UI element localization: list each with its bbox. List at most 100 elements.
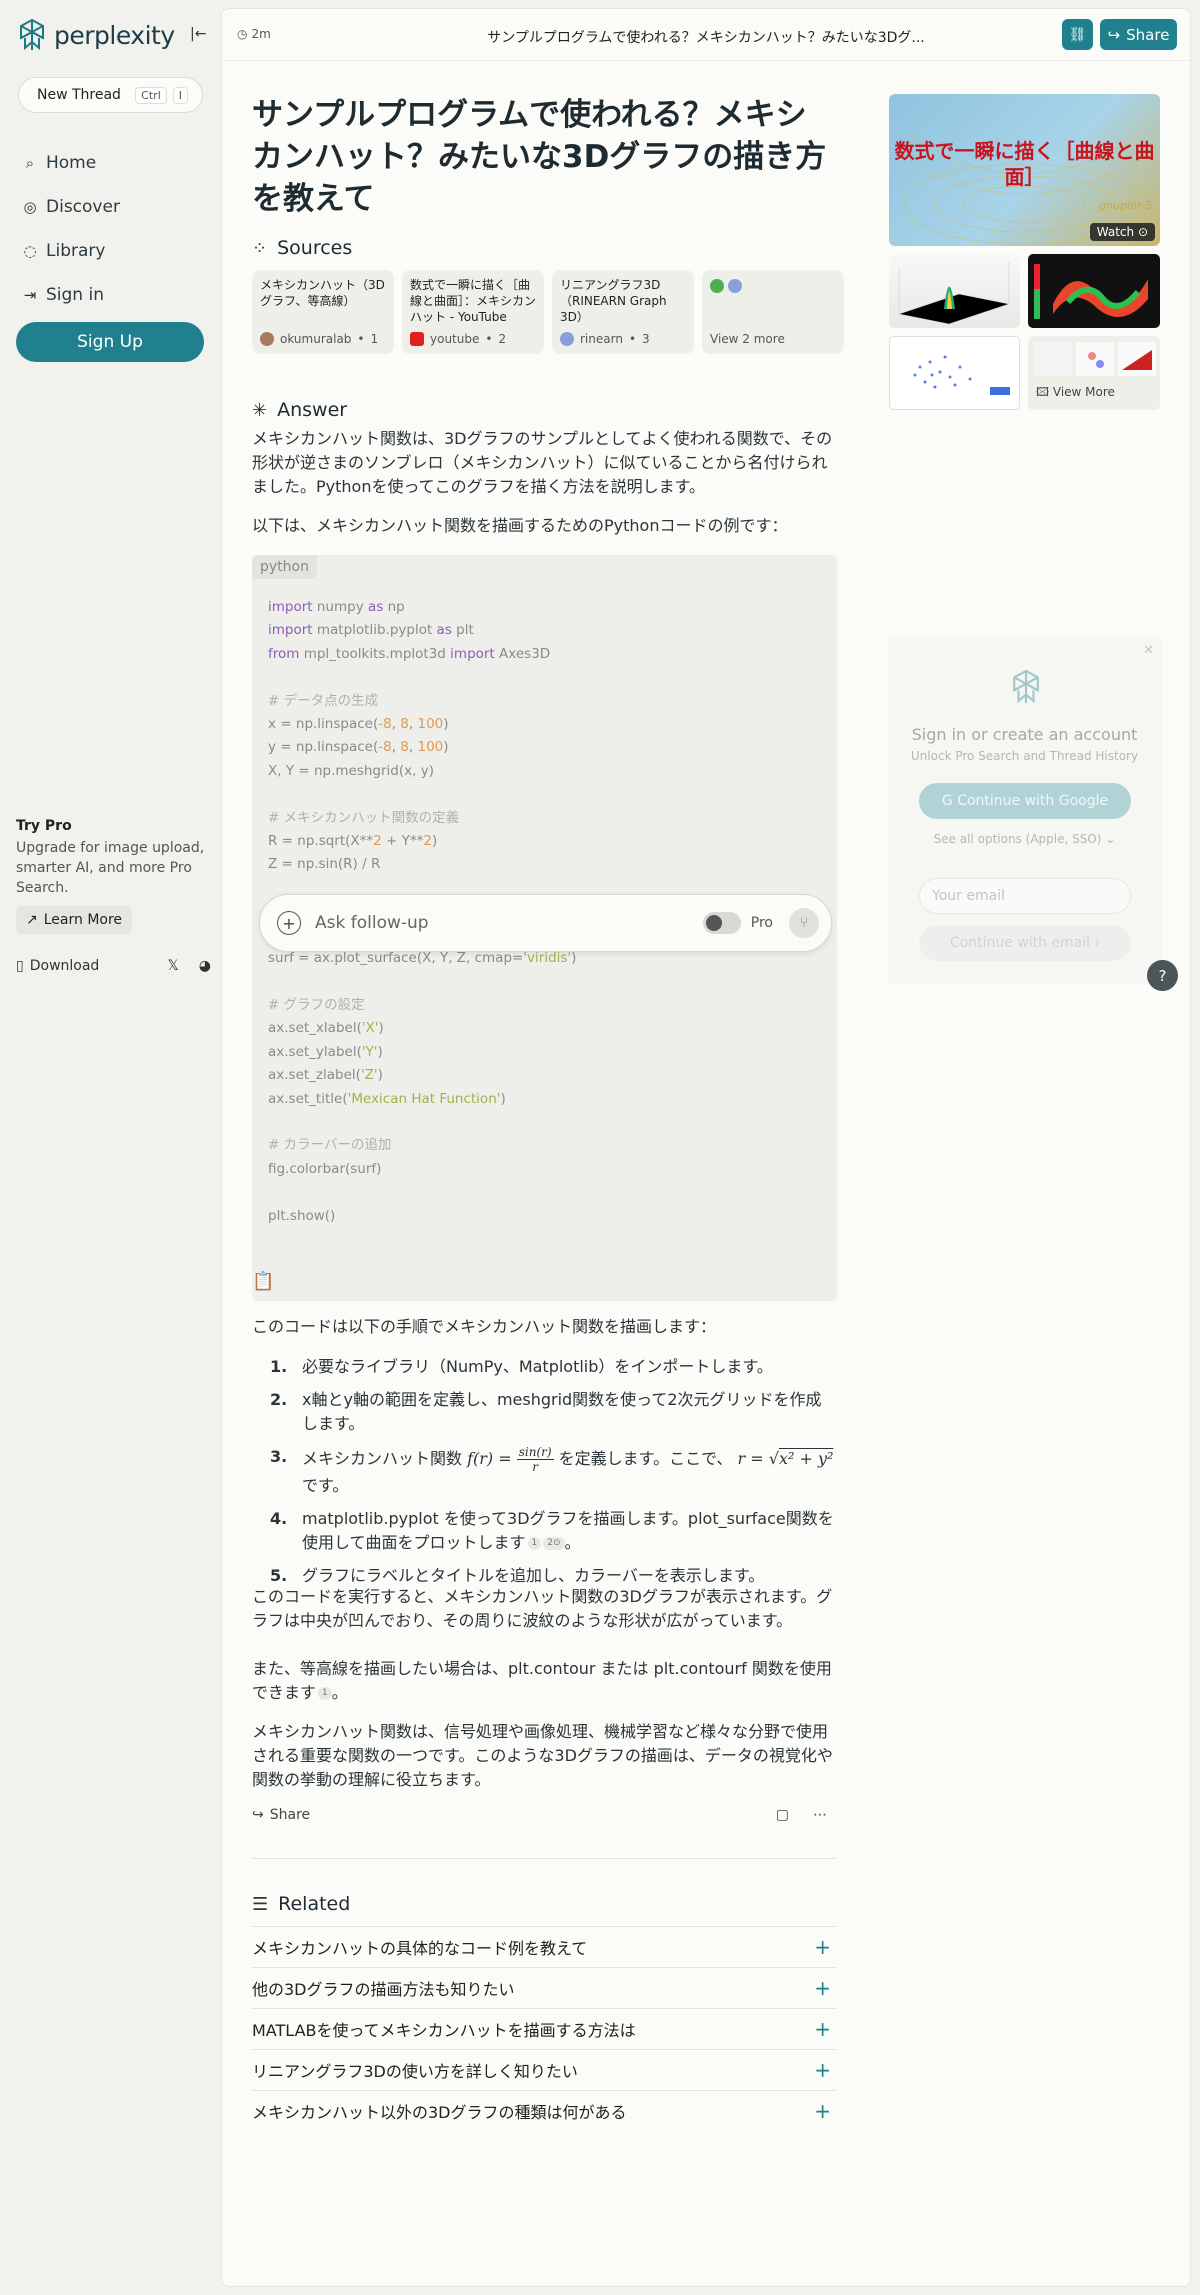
source-meta: youtube • 2: [410, 332, 506, 346]
copy-icon[interactable]: ▢: [776, 1807, 789, 1823]
source-number: 2: [498, 332, 507, 346]
separator-dot: •: [357, 332, 365, 346]
step-text: 必要なライブラリ（NumPy、Matplotlib）をインポートします。: [302, 1357, 773, 1376]
discord-icon[interactable]: ◕: [199, 958, 211, 974]
see-all-options-link[interactable]: See all options (Apple, SSO) ⌄: [887, 832, 1162, 846]
list-item: 4. matplotlib.pyplot を使って3Dグラフを描画します。plo…: [252, 1507, 837, 1555]
continue-google-label: Continue with Google: [957, 793, 1109, 809]
related-item[interactable]: メキシカンハットの具体的なコード例を教えて +: [252, 1926, 837, 1967]
source-card[interactable]: メキシカンハット（3Dグラフ、等高線） okumuralab • 1: [252, 270, 394, 354]
image-thumbnail[interactable]: [889, 336, 1020, 410]
related-item[interactable]: リニアングラフ3Dの使い方を詳しく知りたい +: [252, 2049, 837, 2090]
sidebar-item-label: Home: [46, 153, 97, 173]
related-item[interactable]: 他の3Dグラフの描画方法も知りたい +: [252, 1967, 837, 2008]
view-more-sources-card[interactable]: View 2 more: [702, 270, 844, 354]
share-button[interactable]: ↪ Share: [1100, 19, 1177, 50]
rinearn-favicon-icon: [560, 332, 574, 346]
image-thumbnail[interactable]: [1028, 254, 1160, 328]
code-language: python: [252, 555, 317, 579]
source-meta: rinearn • 3: [560, 332, 650, 346]
list-item: 3. メキシカンハット関数 f(r) = sin(r) r を定義します。ここで、…: [252, 1445, 837, 1498]
globe-icon: ◎: [23, 198, 37, 216]
learn-more-button[interactable]: ↗ Learn More: [16, 906, 133, 934]
source-site: rinearn: [580, 332, 623, 346]
math-radicand: x² + y²: [778, 1449, 834, 1468]
math-numerator: sin(r): [516, 1445, 554, 1460]
code-intro: 以下は、メキシカンハット関数を描画するためのPythonコードの例です：: [252, 516, 788, 535]
logo[interactable]: perplexity: [18, 18, 175, 52]
arrow-up-right-icon: ↗: [26, 912, 38, 928]
image-icon: 🖾: [1036, 385, 1050, 399]
home-icon: ⌕: [25, 154, 35, 172]
divider: [252, 1858, 837, 1859]
watch-label: Watch: [1096, 225, 1135, 239]
source-title: 数式で一瞬に描く［曲線と曲面］：メキシカンハット - YouTube: [410, 278, 536, 324]
source-card[interactable]: 数式で一瞬に描く［曲線と曲面］：メキシカンハット - YouTube youtu…: [402, 270, 544, 354]
video-thumbnail[interactable]: 数式で一瞬に描く［曲線と曲面］ gnuplot-5 Watch ⊙: [889, 94, 1160, 246]
math-function: f(r) = sin(r) r: [467, 1445, 559, 1474]
device-icon: ▯: [16, 958, 24, 974]
share-icon: ↪: [1107, 25, 1121, 44]
new-thread-label: New Thread: [37, 87, 121, 103]
follow-up-bar[interactable]: + Ask follow-up Pro ⑂: [259, 894, 832, 952]
steps-intro: このコードは以下の手順でメキシカンハット関数を描画します：: [252, 1317, 717, 1336]
email-field[interactable]: Your email: [919, 878, 1131, 914]
source-card[interactable]: リニアングラフ3D（RINEARN Graph 3D） rinearn • 3: [552, 270, 694, 354]
close-icon[interactable]: ✕: [1143, 643, 1154, 658]
plus-icon: +: [814, 1976, 831, 2000]
learn-more-label: Learn More: [43, 912, 123, 928]
perplexity-logo-icon: [1013, 669, 1039, 704]
copy-code-icon[interactable]: 📋: [252, 1271, 274, 1292]
sidebar-item-library[interactable]: ◌ Library: [22, 229, 120, 273]
new-thread-button[interactable]: New Thread Ctrl I: [18, 77, 203, 113]
more-images-preview: [1034, 342, 1156, 376]
google-icon: G: [941, 793, 953, 809]
3d-plot-image: [897, 262, 1011, 325]
view-more-media[interactable]: 🖾 View More: [1028, 336, 1160, 410]
more-options-icon[interactable]: ⋯: [813, 1807, 827, 1823]
logo-text: perplexity: [54, 20, 175, 50]
submit-button[interactable]: ⑂: [789, 908, 819, 938]
sign-up-button[interactable]: Sign Up: [16, 322, 204, 362]
share-icon: ↪: [252, 1807, 264, 1823]
follow-up-input[interactable]: Ask follow-up: [315, 913, 429, 933]
help-button[interactable]: ?: [1147, 960, 1178, 991]
attach-plus-icon[interactable]: +: [277, 911, 301, 935]
citation-1[interactable]: 1: [527, 1537, 542, 1550]
sidebar-item-home[interactable]: ⌕ Home: [22, 141, 120, 185]
citation-1[interactable]: 1: [318, 1687, 332, 1700]
watch-button[interactable]: Watch ⊙: [1089, 223, 1155, 241]
sidebar-nav: ⌕ Home ◎ Discover ◌ Library ⇥ Sign in: [22, 141, 120, 317]
sources-heading: ⁘ Sources: [252, 237, 352, 259]
colored-surface-image: [1034, 264, 1148, 319]
perplexity-answer-icon: ✳: [252, 399, 268, 421]
download-button[interactable]: ▯ Download: [16, 958, 99, 974]
main-panel: ◷ 2m サンプルプログラムで使われる？メキシカンハット？みたいな3Dグ... …: [221, 8, 1191, 2287]
pro-toggle[interactable]: [702, 912, 741, 934]
source-favicon-icon: [710, 279, 724, 293]
citation-2[interactable]: 2⊙: [543, 1537, 565, 1550]
image-thumbnail[interactable]: [889, 254, 1020, 328]
related-item-label: メキシカンハットの具体的なコード例を教えて: [252, 1939, 588, 1958]
sidebar-item-sign-in[interactable]: ⇥ Sign in: [22, 273, 120, 317]
math-r-label: r =: [737, 1449, 764, 1468]
video-title: 数式で一瞬に描く［曲線と曲面］: [894, 139, 1155, 189]
collapse-sidebar-icon[interactable]: |←: [190, 26, 206, 42]
related-item[interactable]: メキシカンハット以外の3Dグラフの種類は何がある +: [252, 2090, 837, 2131]
source-title: メキシカンハット（3Dグラフ、等高線）: [260, 278, 385, 308]
try-pro-desc: Upgrade for image upload, smarter AI, an…: [16, 840, 205, 896]
sign-in-popup: ✕ Sign in or create an account Unlock Pr…: [887, 635, 1162, 985]
sidebar-item-discover[interactable]: ◎ Discover: [22, 185, 119, 229]
continue-google-button[interactable]: G Continue with Google: [919, 783, 1131, 819]
continue-email-button[interactable]: Continue with email ›: [919, 925, 1131, 961]
copy-link-button[interactable]: ⛓: [1062, 19, 1093, 50]
related-item[interactable]: MATLABを使ってメキシカンハットを描画する方法は +: [252, 2008, 837, 2049]
answer-share-button[interactable]: ↪ Share: [252, 1807, 310, 1823]
step-3-text-b: を定義します。ここで、: [558, 1449, 733, 1468]
try-pro-title: Try Pro: [16, 818, 72, 834]
related-item-label: リニアングラフ3Dの使い方を詳しく知りたい: [252, 2062, 578, 2081]
see-all-options-label: See all options (Apple, SSO): [933, 832, 1102, 846]
x-icon[interactable]: 𝕏: [168, 958, 179, 974]
view-more-button[interactable]: 🖾 View More: [1036, 383, 1115, 404]
related-icon: ☰: [252, 1893, 269, 1915]
